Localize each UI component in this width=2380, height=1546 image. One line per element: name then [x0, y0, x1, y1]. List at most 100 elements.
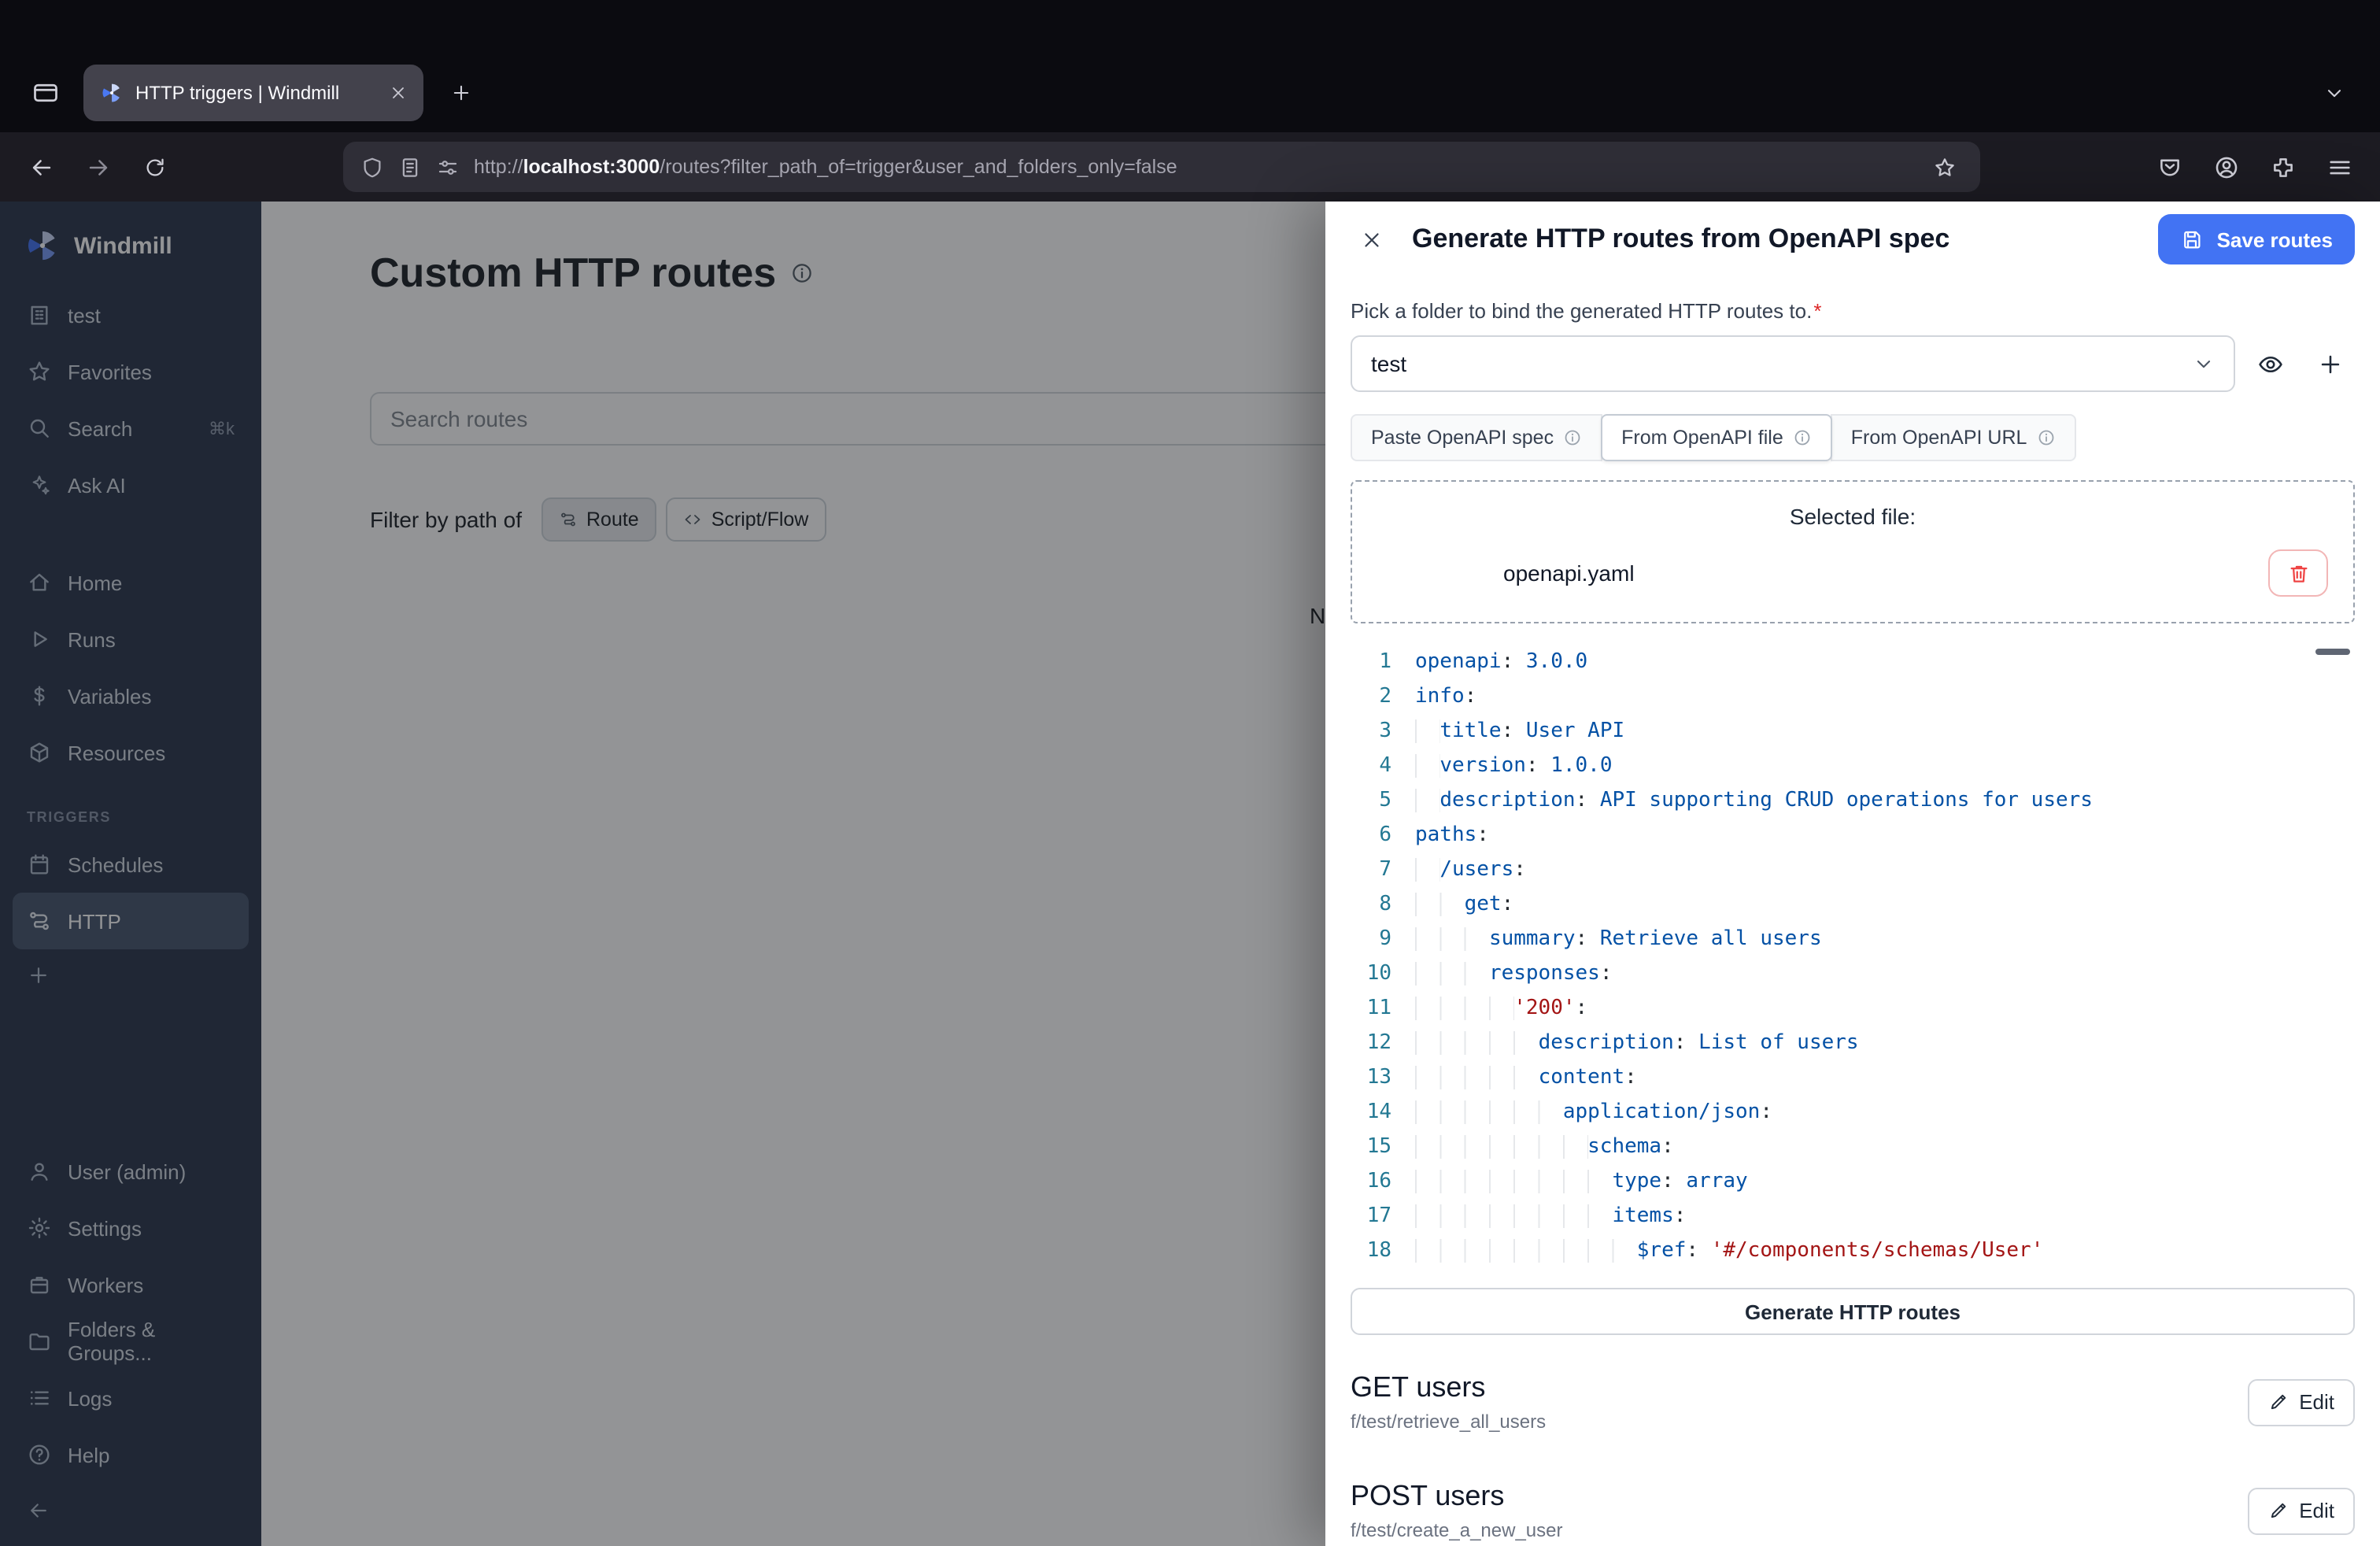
firefox-view-icon — [31, 79, 60, 107]
code-line-text: '200': — [1415, 992, 1587, 1026]
account-button[interactable] — [2201, 142, 2251, 192]
drawer-close-button[interactable] — [1351, 219, 1391, 260]
code-line-text: responses: — [1415, 957, 1613, 992]
code-line-text: type: array — [1415, 1165, 1748, 1200]
menu-button[interactable] — [2314, 142, 2364, 192]
generated-route-row: POST users f/test/create_a_new_user Edit — [1351, 1456, 2355, 1546]
line-number: 13 — [1351, 1061, 1391, 1096]
bookmark-star-icon — [1932, 155, 1956, 179]
url-path: /routes?filter_path_of=trigger&user_and_… — [660, 156, 1177, 178]
browser-chrome: HTTP triggers | Windmill http://localhos… — [0, 0, 2380, 202]
source-tab-from-openapi-url[interactable]: From OpenAPI URL — [1831, 414, 2076, 461]
firefox-view-button[interactable] — [22, 69, 69, 117]
bookmark-button[interactable] — [1925, 148, 1963, 186]
edit-route-button[interactable]: Edit — [2247, 1378, 2355, 1426]
line-number: 5 — [1351, 784, 1391, 819]
line-number: 10 — [1351, 957, 1391, 992]
pencil-icon — [2267, 1500, 2288, 1521]
code-line-text: openapi: 3.0.0 — [1415, 645, 1587, 680]
tab-title: HTTP triggers | Windmill — [135, 82, 370, 104]
editor-scrollbar-thumb[interactable] — [2315, 649, 2350, 655]
eye-icon — [2256, 350, 2283, 377]
forward-button[interactable] — [72, 142, 123, 192]
new-tab-button[interactable] — [438, 69, 485, 117]
line-number: 16 — [1351, 1165, 1391, 1200]
puzzle-icon — [2269, 153, 2296, 180]
code-line-text: version: 1.0.0 — [1415, 749, 1613, 784]
selected-file-name: openapi.yaml — [1503, 560, 1635, 586]
line-number: 15 — [1351, 1130, 1391, 1165]
permissions-icon — [436, 155, 460, 179]
browser-tab[interactable]: HTTP triggers | Windmill — [83, 65, 423, 121]
url-bar[interactable]: http://localhost:3000/routes?filter_path… — [343, 142, 1980, 192]
view-folder-button[interactable] — [2245, 338, 2295, 389]
extensions-button[interactable] — [2257, 142, 2308, 192]
drawer-title: Generate HTTP routes from OpenAPI spec — [1412, 224, 2138, 255]
line-number: 7 — [1351, 853, 1391, 888]
route-path: f/test/retrieve_all_users — [1351, 1411, 1546, 1433]
back-button[interactable] — [16, 142, 66, 192]
generated-route-row: GET users f/test/retrieve_all_users Edit — [1351, 1348, 2355, 1456]
pocket-button[interactable] — [2144, 142, 2194, 192]
code-line: 4 version: 1.0.0 — [1351, 749, 2355, 784]
code-line-text: application/json: — [1415, 1096, 1772, 1130]
create-folder-button[interactable] — [2304, 338, 2355, 389]
line-number: 6 — [1351, 819, 1391, 853]
close-icon — [389, 83, 408, 102]
route-name: POST users — [1351, 1480, 1563, 1513]
route-name: GET users — [1351, 1371, 1546, 1404]
source-tab-label: From OpenAPI file — [1621, 427, 1783, 449]
code-line: 12 description: List of users — [1351, 1026, 2355, 1061]
code-line: 3 title: User API — [1351, 715, 2355, 749]
code-line-text: description: API supporting CRUD operati… — [1415, 784, 2093, 819]
code-line: 5 description: API supporting CRUD opera… — [1351, 784, 2355, 819]
line-number: 12 — [1351, 1026, 1391, 1061]
code-line: 9 summary: Retrieve all users — [1351, 923, 2355, 957]
folder-select[interactable]: test — [1351, 335, 2235, 392]
tab-favicon-windmill-icon — [101, 82, 123, 104]
code-line: 14 application/json: — [1351, 1096, 2355, 1130]
code-line: 1 openapi: 3.0.0 — [1351, 645, 2355, 680]
source-tab-paste-openapi-spec[interactable]: Paste OpenAPI spec — [1351, 414, 1602, 461]
account-icon — [2212, 153, 2239, 180]
code-line: 16 type: array — [1351, 1165, 2355, 1200]
screen: HTTP triggers | Windmill http://localhos… — [0, 0, 2380, 1546]
code-line: 18 $ref: '#/components/schemas/User' — [1351, 1234, 2355, 1269]
code-line-text: content: — [1415, 1061, 1637, 1096]
edit-route-label: Edit — [2299, 1390, 2334, 1414]
trash-icon — [2286, 561, 2310, 585]
code-line-text: title: User API — [1415, 715, 1624, 749]
delete-file-button[interactable] — [2268, 549, 2328, 597]
route-info: POST users f/test/create_a_new_user — [1351, 1480, 1563, 1541]
code-line: 2 info: — [1351, 680, 2355, 715]
tracking-shield-icon — [360, 155, 384, 179]
code-line: 10 responses: — [1351, 957, 2355, 992]
code-line: 15 schema: — [1351, 1130, 2355, 1165]
browser-tab-bar: HTTP triggers | Windmill — [0, 0, 2380, 132]
reload-button[interactable] — [129, 142, 179, 192]
list-all-tabs-button[interactable] — [2311, 69, 2358, 117]
line-number: 17 — [1351, 1200, 1391, 1234]
openapi-code-editor[interactable]: 1 openapi: 3.0.0 2 info: 3 title: User A… — [1351, 645, 2355, 1269]
code-line-text: /users: — [1415, 853, 1526, 888]
plus-icon — [450, 82, 472, 104]
code-line-text: description: List of users — [1415, 1026, 1859, 1061]
tab-close-button[interactable] — [382, 77, 414, 109]
line-number: 18 — [1351, 1234, 1391, 1269]
save-routes-button[interactable]: Save routes — [2159, 214, 2355, 264]
source-tab-from-openapi-file[interactable]: From OpenAPI file — [1601, 414, 1832, 461]
source-tab-label: Paste OpenAPI spec — [1371, 427, 1554, 449]
code-line: 13 content: — [1351, 1061, 2355, 1096]
chevron-down-icon — [2323, 82, 2345, 104]
selected-file-box: Selected file: openapi.yaml — [1351, 480, 2355, 623]
pencil-icon — [2267, 1392, 2288, 1412]
line-number: 9 — [1351, 923, 1391, 957]
url-host: localhost:3000 — [523, 156, 660, 178]
folder-label-text: Pick a folder to bind the generated HTTP… — [1351, 299, 1812, 323]
code-line-text: paths: — [1415, 819, 1489, 853]
chevron-down-icon — [2193, 353, 2215, 375]
source-tab-label: From OpenAPI URL — [1851, 427, 2027, 449]
reload-icon — [142, 155, 166, 179]
edit-route-button[interactable]: Edit — [2247, 1487, 2355, 1534]
generate-routes-button[interactable]: Generate HTTP routes — [1351, 1288, 2355, 1335]
